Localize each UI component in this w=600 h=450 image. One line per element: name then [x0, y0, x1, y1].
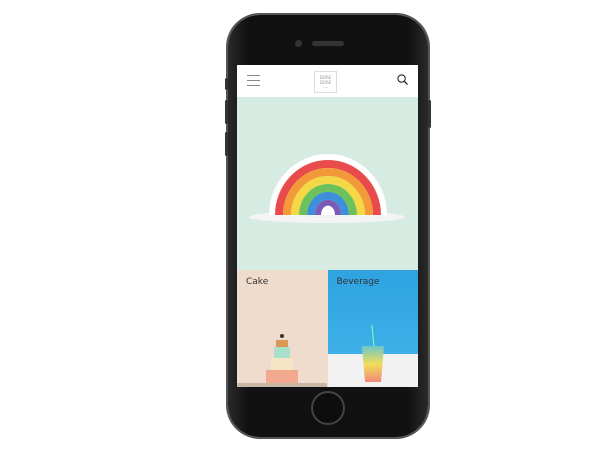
front-camera	[295, 40, 302, 47]
mute-switch	[225, 78, 228, 90]
power-button	[428, 100, 431, 128]
search-icon[interactable]	[397, 74, 408, 85]
volume-up-button	[225, 100, 228, 124]
rainbow-cake-image	[249, 153, 405, 223]
category-cake[interactable]: Cake	[237, 270, 328, 387]
speaker	[312, 41, 344, 46]
volume-down-button	[225, 132, 228, 156]
home-button[interactable]	[311, 391, 345, 425]
header: DORE DORE ····	[237, 65, 418, 97]
logo[interactable]: DORE DORE ····	[314, 71, 337, 93]
cake-image	[237, 334, 327, 387]
hero-banner[interactable]	[237, 97, 418, 270]
screen: DORE DORE ···· Cake Beverage	[237, 65, 418, 387]
beverage-image	[361, 324, 384, 382]
hamburger-icon[interactable]	[247, 75, 260, 90]
category-beverage[interactable]: Beverage	[327, 270, 418, 387]
